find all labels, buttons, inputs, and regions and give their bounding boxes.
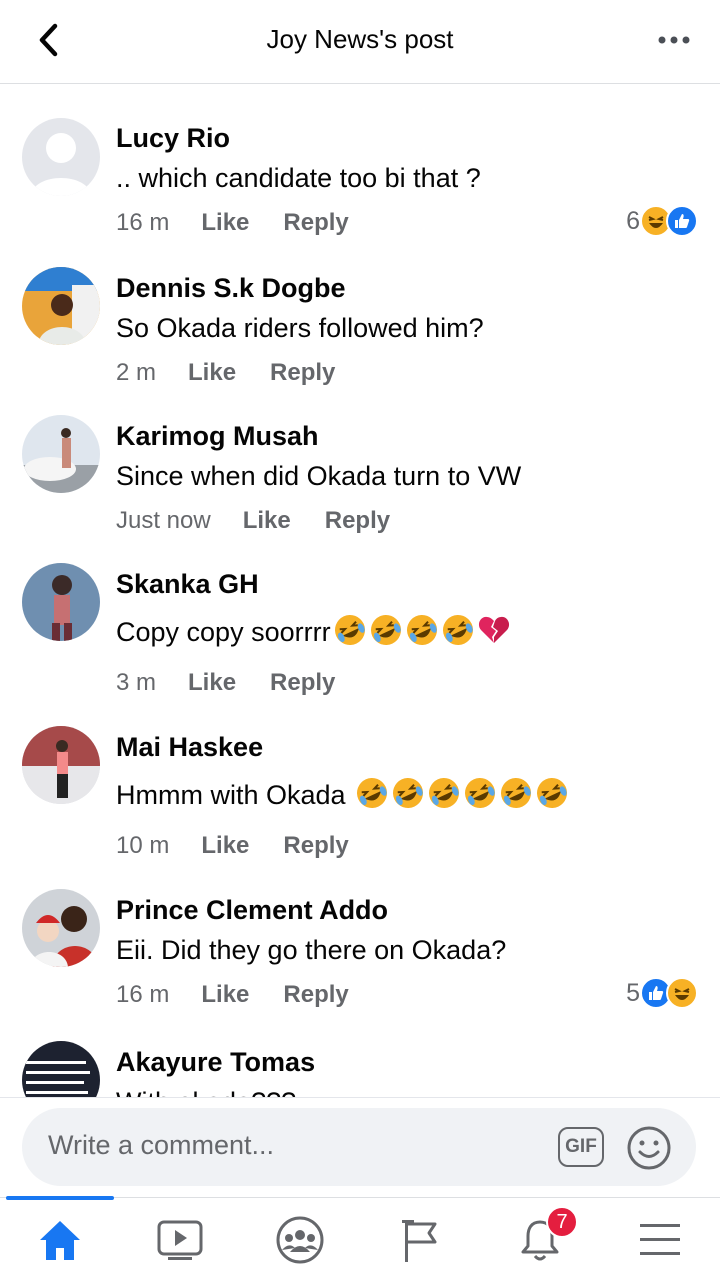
- gif-button[interactable]: GIF: [558, 1127, 604, 1167]
- more-dots-icon: [658, 36, 690, 44]
- comment-meta: 10 m Like Reply: [116, 832, 383, 860]
- reply-button[interactable]: Reply: [283, 981, 348, 1009]
- reaction-summary[interactable]: 5: [626, 977, 698, 1009]
- comment-time: 3 m: [116, 669, 157, 696]
- comment-text-body: Hmmm with Okada: [116, 780, 354, 810]
- comment-meta: Just now Like Reply: [116, 507, 424, 535]
- reply-button[interactable]: Reply: [283, 832, 348, 860]
- top-bar: Joy News's post: [0, 0, 720, 84]
- comment-time: 10 m: [116, 832, 170, 859]
- rofl-emoji-icon: [441, 613, 475, 647]
- reply-button[interactable]: Reply: [270, 359, 335, 387]
- comment-text: Copy copy soorrrr: [116, 613, 511, 648]
- rofl-emoji-icon: [391, 776, 425, 810]
- rofl-emoji-icon: [369, 613, 403, 647]
- rofl-emoji-icon: [333, 613, 367, 647]
- reaction-count: 5: [626, 978, 640, 1007]
- avatar[interactable]: [22, 1041, 100, 1097]
- commenter-name[interactable]: Lucy Rio: [116, 123, 230, 154]
- commenter-name[interactable]: Prince Clement Addo: [116, 895, 388, 926]
- rofl-emoji-icon: [405, 613, 439, 647]
- reaction-summary[interactable]: 6: [626, 205, 698, 237]
- nav-groups[interactable]: [270, 1212, 330, 1268]
- comment-text: Hmmm with Okada: [116, 776, 569, 811]
- comment-text: Eii. Did they go there on Okada?: [116, 935, 507, 965]
- comment-meta: 16 m Like Reply: [116, 981, 383, 1009]
- comment-text: .. which candidate too bi that ?: [116, 163, 481, 193]
- like-button[interactable]: Like: [201, 832, 249, 860]
- menu-icon: [640, 1224, 680, 1255]
- comment-time: 16 m: [116, 981, 170, 1008]
- rofl-emoji-icon: [355, 776, 389, 810]
- more-options-button[interactable]: [652, 20, 696, 60]
- comment-meta: 3 m Like Reply: [116, 669, 369, 697]
- comment-time: 2 m: [116, 359, 157, 386]
- avatar[interactable]: [22, 563, 100, 641]
- comments-list: Lucy Rio .. which candidate too bi that …: [0, 85, 720, 1097]
- comment-time: Just now: [116, 507, 211, 534]
- like-button[interactable]: Like: [201, 981, 249, 1009]
- comment-text: Since when did Okada turn to VW: [116, 461, 522, 491]
- page-title: Joy News's post: [266, 24, 454, 54]
- emoji-row: [353, 778, 569, 810]
- avatar[interactable]: [22, 118, 100, 196]
- rofl-emoji-icon: [535, 776, 569, 810]
- like-button[interactable]: Like: [201, 209, 249, 237]
- avatar[interactable]: [22, 889, 100, 967]
- nav-watch[interactable]: [150, 1212, 210, 1268]
- bottom-nav: 7: [0, 1196, 720, 1280]
- smiley-icon: [627, 1126, 671, 1170]
- flag-icon: [402, 1220, 437, 1262]
- avatar[interactable]: [22, 415, 100, 493]
- like-button[interactable]: Like: [188, 359, 236, 387]
- rofl-emoji-icon: [427, 776, 461, 810]
- commenter-name[interactable]: Dennis S.k Dogbe: [116, 273, 346, 304]
- reply-button[interactable]: Reply: [283, 209, 348, 237]
- avatar[interactable]: [22, 726, 100, 804]
- comment-meta: 16 m Like Reply: [116, 209, 383, 237]
- rofl-emoji-icon: [499, 776, 533, 810]
- watch-icon: [157, 1220, 203, 1260]
- commenter-name[interactable]: Karimog Musah: [116, 421, 319, 452]
- nav-pages[interactable]: [390, 1212, 450, 1268]
- haha-reaction-icon: [666, 977, 698, 1009]
- avatar[interactable]: [22, 267, 100, 345]
- broken-heart-emoji-icon: [477, 613, 511, 647]
- comment-meta: 2 m Like Reply: [116, 359, 369, 387]
- reaction-count: 6: [626, 206, 640, 235]
- groups-icon: [276, 1216, 324, 1264]
- rofl-emoji-icon: [463, 776, 497, 810]
- comment-text: With okada???: [116, 1087, 296, 1097]
- reply-button[interactable]: Reply: [325, 507, 390, 535]
- emoji-button[interactable]: [626, 1125, 672, 1171]
- comment-text: So Okada riders followed him?: [116, 313, 484, 343]
- home-icon: [40, 1221, 80, 1260]
- comment-time: 16 m: [116, 209, 170, 236]
- comment-input[interactable]: Write a comment... GIF: [22, 1108, 696, 1186]
- comment-text-body: Copy copy soorrrr: [116, 617, 331, 647]
- notification-badge: 7: [546, 1206, 578, 1238]
- active-tab-indicator: [6, 1196, 114, 1200]
- commenter-name[interactable]: Mai Haskee: [116, 732, 263, 763]
- commenter-name[interactable]: Akayure Tomas: [116, 1047, 315, 1078]
- nav-menu[interactable]: [630, 1212, 690, 1268]
- emoji-row: [331, 615, 511, 647]
- like-reaction-icon: [666, 205, 698, 237]
- like-button[interactable]: Like: [188, 669, 236, 697]
- nav-home[interactable]: [30, 1212, 90, 1268]
- comment-composer: Write a comment... GIF: [0, 1097, 720, 1197]
- comment-input-placeholder: Write a comment...: [48, 1130, 275, 1160]
- reply-button[interactable]: Reply: [270, 669, 335, 697]
- like-button[interactable]: Like: [243, 507, 291, 535]
- commenter-name[interactable]: Skanka GH: [116, 569, 259, 600]
